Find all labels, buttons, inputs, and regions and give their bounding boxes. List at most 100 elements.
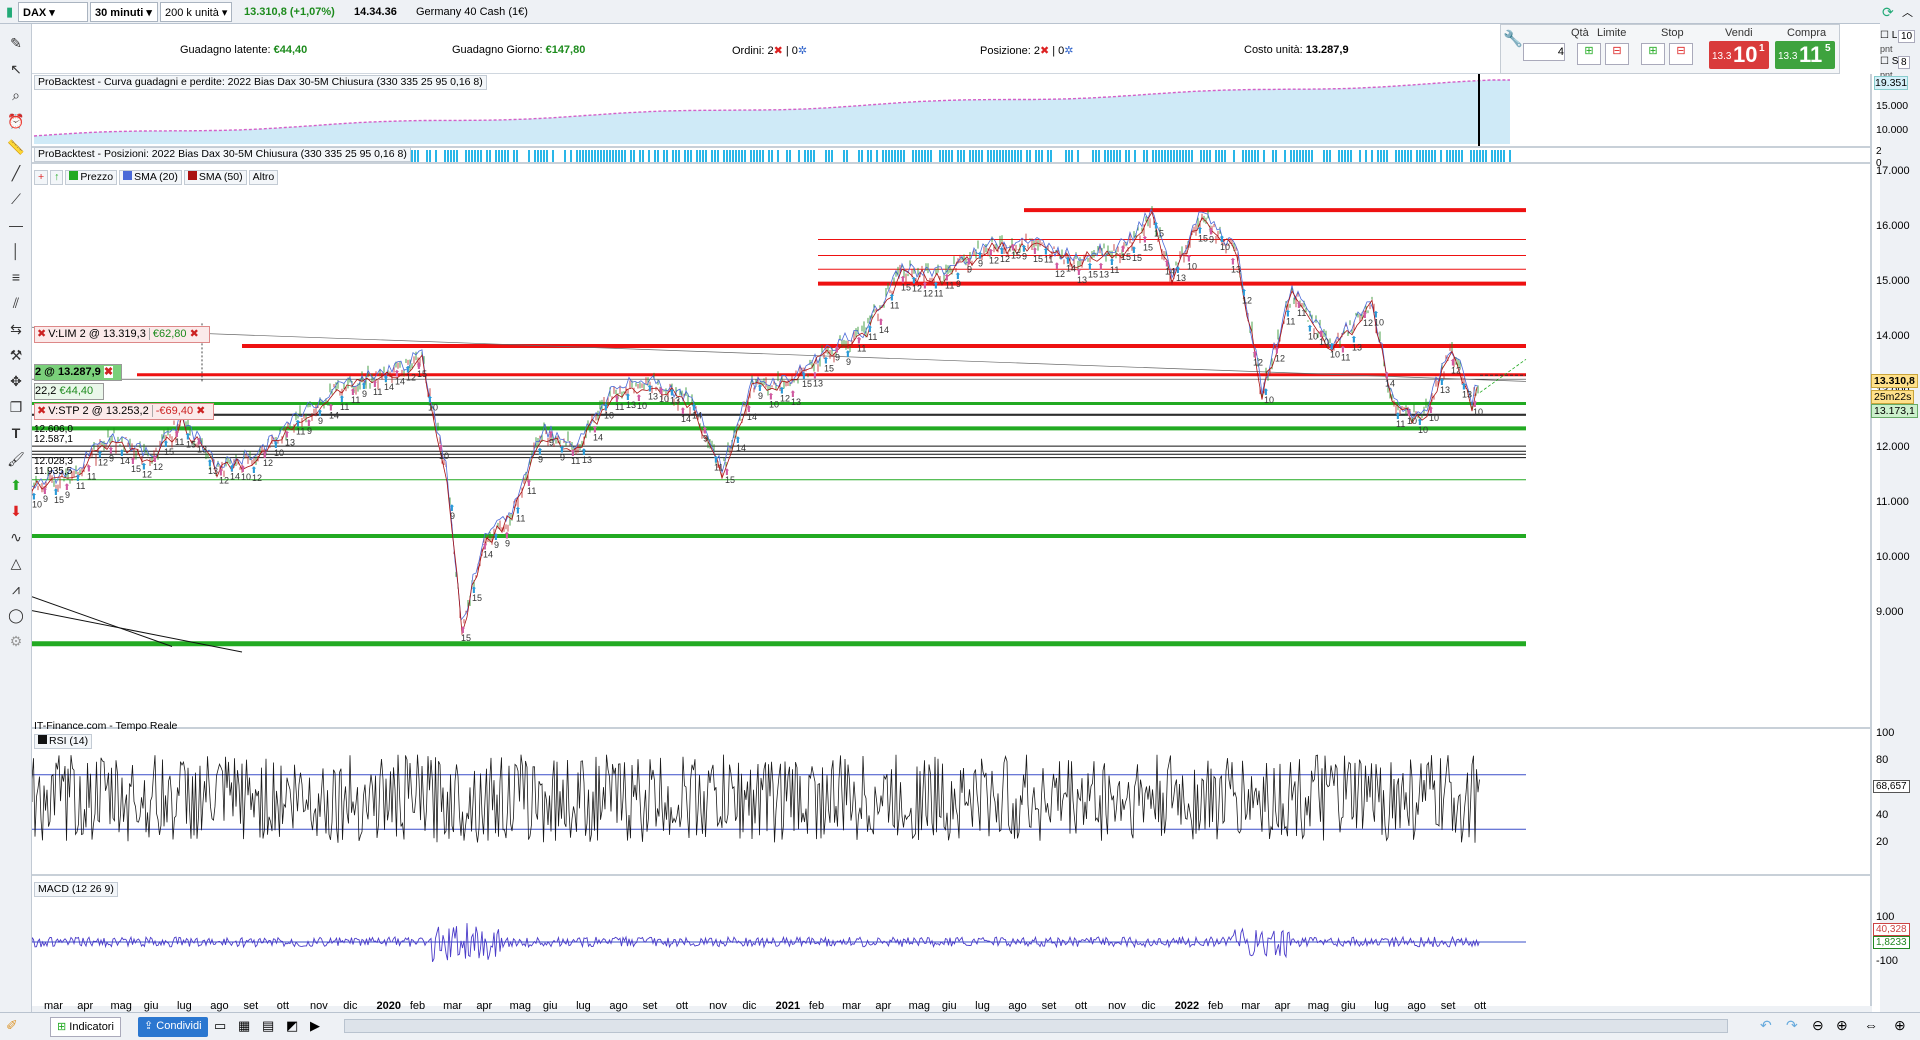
position-bar [981,150,983,162]
autoscale-icon[interactable]: ⇔ [1864,1017,1878,1033]
arrow-up-icon[interactable]: ⬆ [4,474,28,496]
x-axis-tick: mar [1241,1000,1261,1012]
stop-sell-button[interactable]: ⊟ [1669,43,1693,65]
horizontal-scrollbar[interactable] [344,1019,1728,1033]
cursor-icon[interactable]: ↖ [4,58,28,80]
limit-order-box[interactable]: ✖ V:LIM 2 @ 13.319,3 €62,80 ✖ [34,326,210,343]
brush-icon[interactable]: 🖌 [4,448,28,470]
crosshair-icon[interactable]: ⊕ [1894,1017,1906,1034]
position-bar [633,150,635,162]
horizontal-line-icon[interactable]: — [4,214,28,236]
x-axis-tick: ott [1074,1000,1088,1012]
legend-other[interactable]: Altro [248,170,279,185]
signal-arrow: ⬆ [910,277,918,287]
position-bar [771,150,773,162]
x-axis-tick: mag [509,1000,531,1012]
scroll-icon[interactable]: ↑ [50,170,64,185]
zoom-out-icon[interactable]: ⊖ [1812,1017,1824,1034]
trailing-s[interactable]: ☐ S [1880,56,1898,67]
buy-button[interactable]: 13.3 11 5 [1775,41,1835,69]
position-bar [1302,150,1304,162]
position-bar [1146,150,1148,162]
line-tool-icon[interactable]: ╱ [4,162,28,184]
ruler-icon[interactable]: 📏 [4,136,28,158]
indicators-button[interactable]: ⊞ Indicatori [50,1017,121,1037]
chart-icon[interactable]: ▮ [2,2,17,22]
sell-button[interactable]: 13.3 10 1 [1709,41,1769,69]
copy-icon[interactable]: ❐ [4,396,28,418]
print-icon[interactable]: ▭ [214,1018,226,1034]
zoom-icon[interactable]: ⌕ [4,84,28,106]
table-icon[interactable]: ▤ [262,1018,274,1034]
signal-arrow: ⬆ [998,247,1006,257]
settings-icon[interactable]: 🔧 [1503,29,1523,49]
chart-area[interactable]: 10⬆ 9⬆15⬆ 9⬆ 11⬆ 11⬆12⬆ 9⬆14⬆15⬆12⬆ 12⬆15⬆ 11⬆1… [32,74,1872,1026]
arrows-icon[interactable]: ⇆ [4,318,28,340]
arrow-down-icon[interactable]: ⬇ [4,500,28,522]
position-bar [870,150,872,162]
position-bar [1425,150,1427,162]
calendar-icon[interactable]: ▦ [238,1018,250,1034]
trendline-icon[interactable]: ⟋ [4,188,28,210]
positions-count[interactable]: Posizione: 2✖ | 0✲ [980,44,1074,57]
clock-display: 14.34.36 [354,6,397,18]
pattern-icon[interactable]: ⩘ [4,578,28,600]
qty-input[interactable] [1523,43,1565,61]
signal-arrow: ⬆ [1394,412,1402,422]
triangle-icon[interactable]: △ [4,552,28,574]
trailing-s-value[interactable]: 8 [1898,56,1910,69]
signal-arrow: ⬆ [657,387,665,397]
fibonacci-icon[interactable]: ≡ [4,266,28,288]
move-icon[interactable]: ✥ [4,370,28,392]
position-bar [1398,150,1400,162]
delete-drawings-icon[interactable]: ⚙ [4,630,28,652]
vertical-line-icon[interactable]: │ [4,240,28,262]
unit-cost: Costo unità: 13.287,9 [1244,44,1349,56]
zoom-plus-icon[interactable]: + [34,170,49,185]
timeframe-dropdown[interactable]: 30 minuti ▾ [90,2,158,22]
text-icon[interactable]: T [4,422,28,444]
trailing-l[interactable]: ☐ L [1880,30,1897,41]
video-icon[interactable]: ▶ [310,1018,320,1034]
position-bar [1038,150,1040,162]
signal-arrow: ⬆ [294,420,302,430]
position-bar [435,150,437,162]
legend-price[interactable]: Prezzo [65,170,118,185]
units-dropdown[interactable]: 200 k unità ▾ [160,2,232,22]
position-bar [1482,150,1484,162]
trailing-l-value[interactable]: 10 [1898,30,1916,43]
wave-icon[interactable]: ∿ [4,526,28,548]
share-button[interactable]: ⇪ Condividi [138,1017,208,1037]
camera-icon[interactable]: ◩ [286,1018,298,1034]
orders-count[interactable]: Ordini: 2✖ | 0✲ [732,44,807,57]
position-bar [1491,150,1493,162]
pencil-icon[interactable]: ✎ [4,32,28,54]
position-box[interactable]: 2 @ 13.287,9 ✖ [34,364,122,381]
chevron-up-icon[interactable]: ︿ [1902,4,1913,20]
position-bar [1017,150,1019,162]
symbol-dropdown[interactable]: DAX ▾ [18,2,88,22]
ellipse-icon[interactable]: ◯ [4,604,28,626]
zoom-in-icon[interactable]: ⊕ [1836,1017,1848,1034]
alarm-icon[interactable]: ⏰ [4,110,28,132]
channel-icon[interactable]: ⫽ [4,292,28,314]
level-label: 11.935,5 [34,466,73,477]
chart-tool-icon[interactable]: ✐ [6,1017,18,1034]
signal-arrow: ⬆ [415,362,423,372]
limit-sell-button[interactable]: ⊟ [1605,43,1629,65]
position-bar [1245,150,1247,162]
position-bar [738,150,740,162]
redo-icon[interactable]: ↷ [1786,1017,1798,1034]
stop-buy-button[interactable]: ⊞ [1641,43,1665,65]
legend-sma50[interactable]: SMA (50) [183,170,247,185]
close-icon: ✖ [37,328,47,340]
position-bar [600,150,602,162]
limit-buy-button[interactable]: ⊞ [1577,43,1601,65]
stop-order-box[interactable]: ✖ V:STP 2 @ 13.253,2 -€69,40 ✖ [34,403,214,420]
hammer-icon[interactable]: ⚒ [4,344,28,366]
legend-sma20[interactable]: SMA (20) [119,170,182,185]
position-bar [1440,150,1442,162]
undo-icon[interactable]: ↶ [1760,1017,1772,1034]
position-bar [699,150,701,162]
refresh-icon[interactable]: ⟳ [1882,4,1894,21]
